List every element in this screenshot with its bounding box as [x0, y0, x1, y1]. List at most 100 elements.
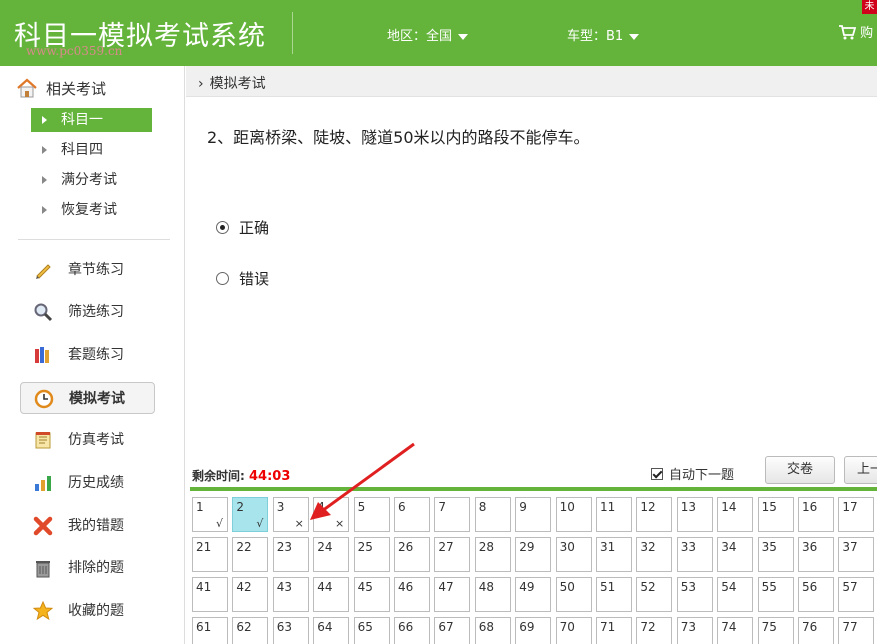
sidebar-item-simulation-exam[interactable]: 仿真考试	[20, 424, 155, 456]
question-cell[interactable]: 32	[636, 537, 673, 572]
question-cell[interactable]: 28	[474, 537, 511, 572]
question-cell[interactable]: 76	[798, 617, 834, 644]
prev-button[interactable]: 上一题	[844, 456, 877, 484]
question-cell[interactable]: 7	[434, 497, 471, 532]
question-cell[interactable]: 46	[394, 577, 430, 612]
question-cell[interactable]: 21	[192, 537, 228, 572]
question-cell[interactable]: 66	[394, 617, 430, 644]
sidebar-sub-kemu4[interactable]: 科目四	[31, 138, 152, 162]
question-cell[interactable]: 62	[232, 617, 269, 644]
question-cell[interactable]: 49	[515, 577, 552, 612]
question-cell[interactable]: 61	[192, 617, 228, 644]
question-cell[interactable]: 48	[474, 577, 511, 612]
question-cell[interactable]: 16	[798, 497, 834, 532]
question-cell[interactable]: 70	[555, 617, 592, 644]
question-cell[interactable]: 31	[596, 537, 632, 572]
question-cell[interactable]: 24	[313, 537, 350, 572]
question-cell[interactable]: 68	[474, 617, 511, 644]
question-cell[interactable]: 12	[636, 497, 673, 532]
question-cell[interactable]: 64	[313, 617, 350, 644]
question-cell[interactable]: 72	[636, 617, 673, 644]
question-cell[interactable]: 37	[838, 537, 875, 572]
question-cell[interactable]: 44	[313, 577, 350, 612]
sidebar-item-favorites[interactable]: 收藏的题	[20, 595, 155, 627]
question-cell[interactable]: 69	[515, 617, 552, 644]
question-cell[interactable]: 53	[676, 577, 713, 612]
question-cell[interactable]: 51	[596, 577, 632, 612]
region-dropdown[interactable]: 地区：全国	[387, 25, 469, 44]
question-cell[interactable]: 35	[757, 537, 794, 572]
question-cell[interactable]: 14	[717, 497, 754, 532]
question-cell[interactable]: 1 √	[192, 497, 228, 532]
question-cell[interactable]: 74	[717, 617, 754, 644]
question-cell[interactable]: 5	[353, 497, 390, 532]
question-cell[interactable]: 33	[676, 537, 713, 572]
option-wrong[interactable]: 错误	[216, 268, 269, 289]
question-cell[interactable]: 77	[838, 617, 875, 644]
question-cell[interactable]: 4 ×	[313, 497, 350, 532]
question-cell[interactable]: 43	[272, 577, 309, 612]
question-cell[interactable]: 6	[394, 497, 430, 532]
question-cell[interactable]: 34	[717, 537, 754, 572]
question-cell[interactable]: 8	[474, 497, 511, 532]
sidebar-item-filter-practice[interactable]: 筛选练习	[20, 296, 155, 328]
question-cell[interactable]: 22	[232, 537, 269, 572]
question-cell[interactable]: 45	[353, 577, 390, 612]
sidebar-item-chapter-practice[interactable]: 章节练习	[20, 254, 155, 286]
option-correct[interactable]: 正确	[216, 217, 269, 238]
question-cell[interactable]: 73	[676, 617, 713, 644]
question-cell[interactable]: 2 √	[232, 497, 269, 532]
question-cell[interactable]: 71	[596, 617, 632, 644]
question-cell[interactable]: 17	[838, 497, 875, 532]
question-cell[interactable]: 41	[192, 577, 228, 612]
sidebar-sub-kemu1[interactable]: 科目一	[31, 108, 152, 132]
question-cell[interactable]: 52	[636, 577, 673, 612]
question-cell[interactable]: 23	[272, 537, 309, 572]
question-cell[interactable]: 15	[757, 497, 794, 532]
question-cell[interactable]: 42	[232, 577, 269, 612]
cart-button[interactable]: 购	[838, 22, 873, 41]
sidebar-item-excluded[interactable]: 排除的题	[20, 552, 155, 584]
sidebar-item-set-practice[interactable]: 套题练习	[20, 339, 155, 371]
question-cell[interactable]: 13	[676, 497, 713, 532]
sidebar-item-mock-exam[interactable]: 模拟考试	[20, 382, 155, 414]
question-cell[interactable]: 67	[434, 617, 471, 644]
question-number: 21	[196, 540, 212, 554]
question-cell[interactable]: 75	[757, 617, 794, 644]
question-cell[interactable]: 63	[272, 617, 309, 644]
question-cell[interactable]: 56	[798, 577, 834, 612]
question-cell[interactable]: 26	[394, 537, 430, 572]
question-number: 45	[357, 580, 373, 594]
submit-button[interactable]: 交卷	[765, 456, 835, 484]
question-cell[interactable]: 11	[596, 497, 632, 532]
question-cell[interactable]: 25	[353, 537, 390, 572]
question-cell[interactable]: 10	[555, 497, 592, 532]
question-number: 44	[317, 580, 333, 594]
question-cell[interactable]: 54	[717, 577, 754, 612]
question-number: 48	[478, 580, 495, 594]
header-bar: 科目一模拟考试系统 www.pc0359.cn 地区：全国 车型：B1 购 未	[0, 0, 877, 66]
sidebar-sub-full-score[interactable]: 满分考试	[31, 168, 152, 192]
question-cell[interactable]: 57	[838, 577, 875, 612]
sidebar-item-history-scores[interactable]: 历史成绩	[20, 467, 155, 499]
question-cell[interactable]: 29	[515, 537, 552, 572]
question-cell[interactable]: 9	[515, 497, 552, 532]
question-cell[interactable]: 50	[555, 577, 592, 612]
sidebar-item-label: 我的错题	[68, 518, 124, 534]
question-number: 62	[236, 620, 252, 634]
question-cell[interactable]: 27	[434, 537, 471, 572]
sidebar-sub-restore[interactable]: 恢复考试	[31, 198, 152, 222]
sidebar-item-my-mistakes[interactable]: 我的错题	[20, 510, 155, 542]
question-cell[interactable]: 3 ×	[272, 497, 309, 532]
question-cell[interactable]: 47	[434, 577, 471, 612]
question-cell[interactable]: 55	[757, 577, 794, 612]
question-number: 65	[357, 620, 373, 634]
timer: 剩余时间: 44:03	[192, 467, 290, 484]
question-cell[interactable]: 65	[353, 617, 390, 644]
question-number: 69	[519, 620, 535, 634]
question-cell[interactable]: 30	[555, 537, 592, 572]
auto-next-checkbox[interactable]: 自动下一题	[651, 464, 734, 483]
car-type-dropdown[interactable]: 车型：B1	[567, 25, 640, 44]
question-number: 77	[842, 620, 858, 634]
question-cell[interactable]: 36	[798, 537, 834, 572]
